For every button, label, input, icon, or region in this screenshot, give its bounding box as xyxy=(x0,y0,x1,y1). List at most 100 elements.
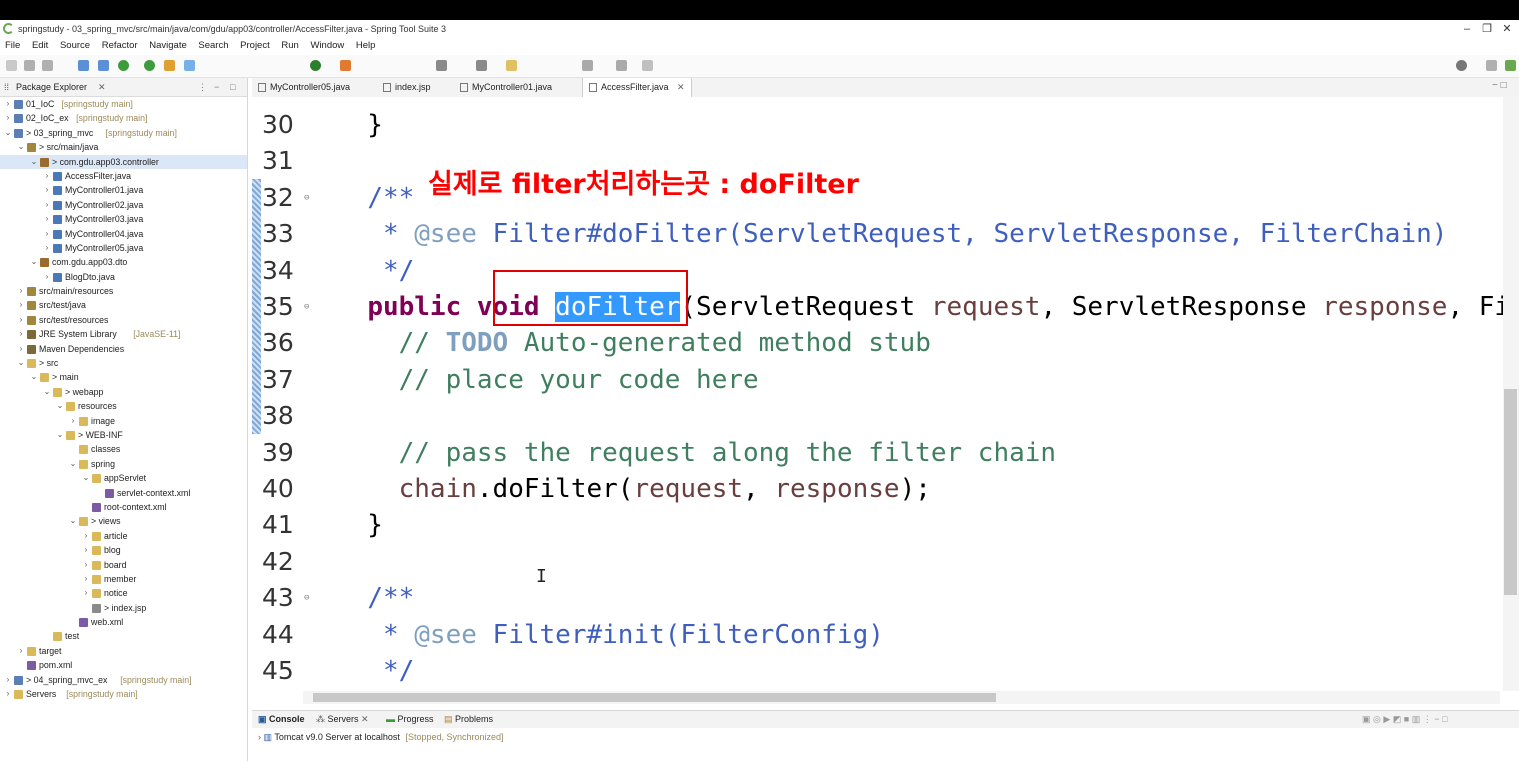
tree-item[interactable]: › member xyxy=(0,572,247,586)
tab-problems[interactable]: ▤ Problems xyxy=(444,711,493,728)
package-explorer-tab[interactable]: ⁞⁞ Package Explorer ✕ ⋮ − □ xyxy=(0,78,247,97)
menu-help[interactable]: Help xyxy=(356,40,376,51)
mark-occurrences-icon[interactable] xyxy=(98,60,109,71)
chevron-down-icon[interactable]: ⌄ xyxy=(30,255,38,269)
chevron-down-icon[interactable]: ⌄ xyxy=(17,140,25,154)
expand-arrow-icon[interactable]: › xyxy=(258,732,261,742)
chevron-right-icon[interactable]: › xyxy=(43,270,51,284)
tree-item[interactable]: classes xyxy=(0,442,247,456)
tab-console[interactable]: ▣ Console xyxy=(258,711,305,728)
save-all-icon[interactable] xyxy=(42,60,53,71)
tree-item[interactable]: ⌄ com.gdu.app03.dto xyxy=(0,255,247,269)
tree-item[interactable]: > index.jsp xyxy=(0,601,247,615)
chevron-right-icon[interactable]: › xyxy=(4,97,12,111)
tree-item[interactable]: ⌄ > webapp xyxy=(0,385,247,399)
chevron-right-icon[interactable]: › xyxy=(17,284,25,298)
fold-toggle-icon[interactable]: ⊖ xyxy=(304,289,309,325)
close-tab-icon[interactable]: ✕ xyxy=(677,82,685,92)
tree-item[interactable]: › Maven Dependencies xyxy=(0,342,247,356)
chevron-down-icon[interactable]: ⌄ xyxy=(30,370,38,384)
run-as-icon[interactable] xyxy=(310,60,321,71)
chevron-right-icon[interactable]: › xyxy=(4,687,12,701)
tree-item[interactable]: ⌄ > 03_spring_mvc [springstudy main] xyxy=(0,126,247,140)
tree-item[interactable]: › 02_IoC_ex [springstudy main] xyxy=(0,111,247,125)
debug-icon[interactable] xyxy=(118,60,129,71)
menu-project[interactable]: Project xyxy=(240,40,270,51)
chevron-down-icon[interactable]: ⌄ xyxy=(69,457,77,471)
tree-item[interactable]: › board xyxy=(0,558,247,572)
open-perspective-icon[interactable] xyxy=(1486,60,1497,71)
tree-item[interactable]: pom.xml xyxy=(0,658,247,672)
new-project-icon[interactable] xyxy=(340,60,351,71)
chevron-right-icon[interactable]: › xyxy=(43,183,51,197)
tree-item[interactable]: › MyController05.java xyxy=(0,241,247,255)
menu-file[interactable]: File xyxy=(5,40,20,51)
chevron-right-icon[interactable]: › xyxy=(17,342,25,356)
tree-item[interactable]: › 01_IoC [springstudy main] xyxy=(0,97,247,111)
tab-accessfilter[interactable]: AccessFilter.java ✕ xyxy=(582,78,692,97)
editor-vertical-scrollbar[interactable] xyxy=(1503,97,1519,691)
menu-refactor[interactable]: Refactor xyxy=(102,40,138,51)
forward-icon[interactable] xyxy=(642,60,653,71)
tree-item[interactable]: servlet-context.xml xyxy=(0,486,247,500)
save-icon[interactable] xyxy=(24,60,35,71)
tree-item[interactable]: ⌄ > com.gdu.app03.controller xyxy=(0,154,247,169)
maximize-view-icon[interactable]: □ xyxy=(230,78,235,96)
tree-item[interactable]: ⌄ > views xyxy=(0,514,247,528)
tab-index-jsp[interactable]: index.jsp xyxy=(383,78,431,97)
tree-item[interactable]: › MyController01.java xyxy=(0,183,247,197)
tree-item[interactable]: › MyController04.java xyxy=(0,227,247,241)
open-task-icon[interactable] xyxy=(476,60,487,71)
chevron-right-icon[interactable]: › xyxy=(43,212,51,226)
tree-item[interactable]: ⌄ > src xyxy=(0,356,247,370)
tree-item[interactable]: › target xyxy=(0,644,247,658)
close-button[interactable]: ✕ xyxy=(1492,20,1519,38)
chevron-right-icon[interactable]: › xyxy=(43,227,51,241)
chevron-right-icon[interactable]: › xyxy=(43,169,51,183)
tree-item[interactable]: web.xml xyxy=(0,615,247,629)
chevron-down-icon[interactable]: ⌄ xyxy=(30,155,38,169)
menu-navigate[interactable]: Navigate xyxy=(149,40,187,51)
search-icon[interactable] xyxy=(1456,60,1467,71)
chevron-right-icon[interactable]: › xyxy=(82,558,90,572)
panel-toolbar-icons[interactable]: ▣ ◎ ▶ ◩ ■ ▥ ⋮ − □ xyxy=(1362,711,1447,728)
chevron-right-icon[interactable]: › xyxy=(4,111,12,125)
menu-search[interactable]: Search xyxy=(198,40,228,51)
run-icon[interactable] xyxy=(144,60,155,71)
chevron-right-icon[interactable]: › xyxy=(82,529,90,543)
chevron-right-icon[interactable]: › xyxy=(82,572,90,586)
spring-perspective-icon[interactable] xyxy=(1505,60,1516,71)
next-annotation-icon[interactable] xyxy=(582,60,593,71)
tab-servers[interactable]: ⁂ Servers ✕ xyxy=(316,711,369,728)
chevron-down-icon[interactable]: ⌄ xyxy=(82,471,90,485)
chevron-right-icon[interactable]: › xyxy=(17,298,25,312)
minimize-editor-icon[interactable]: − □ xyxy=(1492,80,1507,91)
view-menu-icon[interactable]: ⋮ xyxy=(198,78,207,96)
tree-item[interactable]: › src/main/resources xyxy=(0,284,247,298)
tree-item[interactable]: › src/test/java xyxy=(0,298,247,312)
chevron-down-icon[interactable]: ⌄ xyxy=(56,399,64,413)
editor-horizontal-scrollbar[interactable] xyxy=(303,691,1500,704)
scroll-thumb[interactable] xyxy=(313,693,996,702)
tree-item[interactable]: › MyController03.java xyxy=(0,212,247,226)
chevron-right-icon[interactable]: › xyxy=(82,586,90,600)
external-tools-icon[interactable] xyxy=(164,60,175,71)
tree-item[interactable]: ⌄ > main xyxy=(0,370,247,384)
chevron-down-icon[interactable]: ⌄ xyxy=(17,356,25,370)
back-icon[interactable] xyxy=(616,60,627,71)
open-type-icon[interactable] xyxy=(436,60,447,71)
tree-item[interactable]: › MyController02.java xyxy=(0,198,247,212)
tree-item[interactable]: ⌄ resources xyxy=(0,399,247,413)
close-tab-icon[interactable]: ✕ xyxy=(98,78,106,96)
chevron-right-icon[interactable]: › xyxy=(43,198,51,212)
tree-item[interactable]: › image xyxy=(0,414,247,428)
new-icon[interactable] xyxy=(6,60,17,71)
chevron-right-icon[interactable]: › xyxy=(17,644,25,658)
close-tab-icon[interactable]: ✕ xyxy=(361,714,369,724)
tree-item[interactable]: › BlogDto.java xyxy=(0,270,247,284)
fold-toggle-icon[interactable]: ⊖ xyxy=(304,580,309,616)
chevron-right-icon[interactable]: › xyxy=(82,543,90,557)
tree-item[interactable]: › src/test/resources xyxy=(0,313,247,327)
server-icon[interactable] xyxy=(184,60,195,71)
tree-item[interactable]: root-context.xml xyxy=(0,500,247,514)
